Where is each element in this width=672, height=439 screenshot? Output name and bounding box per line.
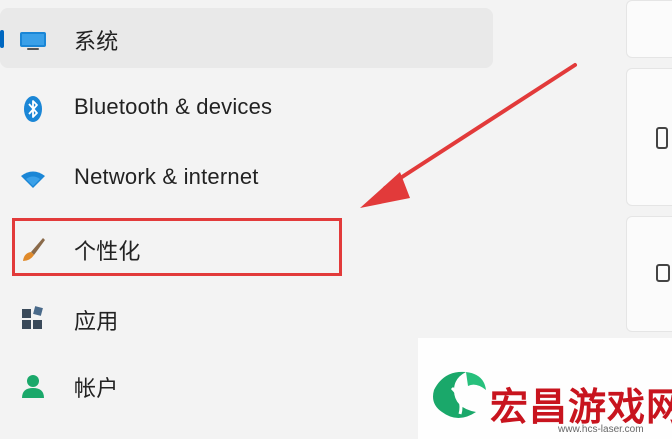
content-card bbox=[626, 216, 672, 332]
highlight-box bbox=[12, 218, 342, 276]
account-icon bbox=[22, 375, 44, 398]
nav-item-system[interactable]: 系统 bbox=[0, 8, 493, 68]
nav-label-accounts: 帐户 bbox=[74, 376, 119, 401]
watermark: 宏昌游戏网 www.hcs-laser.com bbox=[418, 338, 672, 439]
bluetooth-icon bbox=[24, 96, 42, 122]
content-card bbox=[626, 0, 672, 58]
nav-label-bluetooth: Bluetooth & devices bbox=[74, 94, 273, 119]
content-card bbox=[626, 68, 672, 206]
watermark-title: 宏昌游戏网 bbox=[490, 385, 672, 429]
selection-indicator bbox=[0, 30, 4, 48]
device-icon bbox=[656, 127, 668, 149]
nav-label-network: Network & internet bbox=[74, 164, 259, 189]
wifi-icon bbox=[21, 171, 45, 188]
nav-label-system: 系统 bbox=[74, 29, 119, 54]
apps-icon bbox=[22, 306, 43, 329]
annotation-arrow bbox=[360, 63, 577, 208]
storage-icon bbox=[656, 264, 670, 282]
nav-label-apps: 应用 bbox=[74, 309, 119, 334]
display-icon bbox=[20, 32, 46, 50]
watermark-url: www.hcs-laser.com bbox=[558, 424, 644, 435]
site-logo-icon bbox=[433, 371, 486, 418]
